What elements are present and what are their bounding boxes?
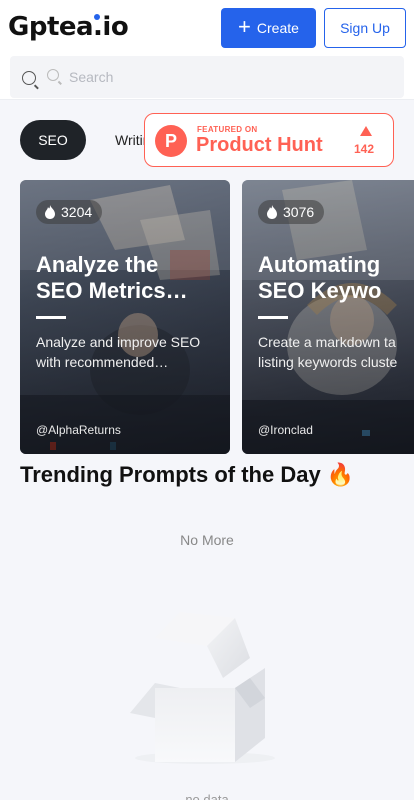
tab-writing[interactable]: Writing	[115, 132, 145, 148]
no-more-label: No More	[180, 532, 234, 548]
create-button[interactable]: + Create	[221, 8, 316, 48]
tab-seo-label: SEO	[38, 132, 68, 148]
card-title-line: Analyze the	[36, 252, 159, 277]
sign-up-button[interactable]: Sign Up	[324, 8, 406, 48]
card-title-line: Automating	[258, 252, 381, 277]
logo-dot	[94, 14, 100, 20]
views-badge: 3204	[36, 200, 103, 224]
tab-writing-label: Writing	[115, 132, 145, 148]
empty-state-text: no data	[185, 792, 229, 800]
card-title-line: SEO Metrics…	[36, 278, 188, 303]
card-title: Analyze the SEO Metrics…	[36, 252, 226, 304]
title-divider	[258, 316, 288, 319]
tab-seo[interactable]: SEO	[20, 120, 86, 160]
search-input[interactable]	[69, 66, 369, 88]
flame-icon	[267, 205, 277, 219]
sign-up-button-label: Sign Up	[340, 20, 390, 36]
card-description-line: with recommended…	[36, 354, 169, 370]
card-author[interactable]: @AlphaReturns	[36, 423, 121, 437]
product-hunt-logo-letter: P	[164, 130, 177, 151]
card-author[interactable]: @Ironclad	[258, 423, 313, 437]
product-hunt-name: Product Hunt	[196, 134, 323, 156]
prompt-carousel[interactable]: 3204 Analyze the SEO Metrics… Analyze an…	[0, 180, 414, 454]
plus-icon: +	[238, 14, 251, 39]
card-title: Automating SEO Keywo	[258, 252, 414, 304]
prompt-card[interactable]: 3076 Automating SEO Keywo Create a markd…	[242, 180, 414, 454]
logo-text: Gptea.io	[8, 12, 129, 42]
product-hunt-logo-icon: P	[155, 125, 187, 157]
title-divider	[36, 316, 66, 319]
upvote-count: 142	[354, 142, 375, 156]
card-description-line: Create a markdown ta	[258, 334, 396, 350]
empty-box-icon	[130, 612, 275, 764]
search-icon[interactable]	[22, 71, 36, 85]
views-badge: 3076	[258, 200, 325, 224]
flame-icon	[45, 205, 55, 219]
views-count: 3076	[283, 204, 315, 220]
product-hunt-badge[interactable]: P FEATURED ON Product Hunt 142	[144, 113, 394, 167]
upvote-arrow-icon	[360, 126, 372, 136]
trending-heading: Trending Prompts of the Day 🔥	[20, 462, 355, 487]
card-title-line: SEO Keywo	[258, 278, 382, 303]
featured-on-label: FEATURED ON	[197, 125, 258, 134]
logo[interactable]: Gptea.io	[8, 12, 129, 42]
card-description-line: listing keywords cluste	[258, 354, 398, 370]
prompt-card[interactable]: 3204 Analyze the SEO Metrics… Analyze an…	[20, 180, 230, 454]
card-description-line: Analyze and improve SEO	[36, 334, 201, 350]
card-description: Analyze and improve SEO with recommended…	[36, 332, 216, 372]
create-button-label: Create	[256, 20, 299, 36]
views-count: 3204	[61, 204, 93, 220]
card-description: Create a markdown ta listing keywords cl…	[258, 332, 414, 372]
search-bar	[10, 56, 404, 98]
top-header: Gptea.io + Create Sign Up	[0, 0, 414, 100]
search-input-icon	[47, 69, 59, 81]
